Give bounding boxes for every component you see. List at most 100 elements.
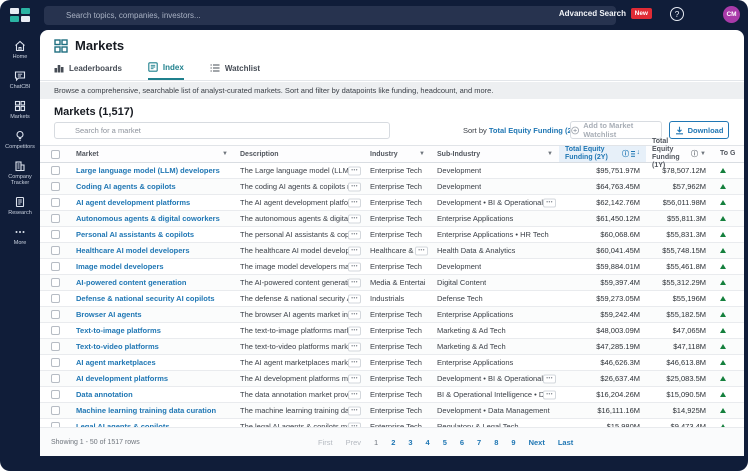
market-search-input[interactable]	[54, 122, 390, 139]
table-row[interactable]: Machine learning training data curation …	[40, 403, 744, 419]
pagination-item[interactable]: 7	[477, 438, 481, 447]
pagination-item[interactable]: 1	[374, 438, 378, 447]
table-row[interactable]: Autonomous agents & digital coworkers Th…	[40, 211, 744, 227]
table-row[interactable]: Data annotation The data annotation mark…	[40, 387, 744, 403]
row-checkbox[interactable]	[51, 246, 60, 255]
row-checkbox[interactable]	[51, 166, 60, 175]
market-link[interactable]: AI agent development platforms	[76, 198, 190, 207]
market-link[interactable]: AI agent marketplaces	[76, 358, 156, 367]
market-link[interactable]: Large language model (LLM) developers	[76, 166, 220, 175]
row-checkbox[interactable]	[51, 390, 60, 399]
sort-descending-icon[interactable]	[631, 150, 640, 158]
pagination-item[interactable]: First	[318, 438, 333, 447]
table-row[interactable]: Defense & national security AI copilots …	[40, 291, 744, 307]
row-checkbox[interactable]	[51, 262, 60, 271]
add-to-watchlist-button[interactable]: Add to Market Watchlist	[570, 121, 662, 139]
sort-caret-icon[interactable]: ▼	[419, 151, 425, 157]
table-row[interactable]: Browser AI agents The browser AI agents …	[40, 307, 744, 323]
row-checkbox[interactable]	[51, 230, 60, 239]
more-icon[interactable]: •••	[348, 230, 361, 239]
more-icon[interactable]: •••	[348, 166, 361, 175]
more-icon[interactable]: •••	[348, 406, 361, 415]
select-all-checkbox[interactable]	[51, 150, 60, 159]
sidebar-item-markets[interactable]: Markets	[0, 100, 40, 121]
pagination-item[interactable]: 8	[494, 438, 498, 447]
table-row[interactable]: AI development platforms The AI developm…	[40, 371, 744, 387]
row-checkbox[interactable]	[51, 326, 60, 335]
market-link[interactable]: Coding AI agents & copilots	[76, 182, 176, 191]
sidebar-item-competitors[interactable]: Competitors	[0, 130, 40, 151]
sort-caret-icon[interactable]: ▼	[547, 151, 553, 157]
more-icon[interactable]: •••	[348, 214, 361, 223]
more-icon[interactable]: •••	[348, 310, 361, 319]
column-header-growth[interactable]: To G	[712, 146, 744, 162]
table-row[interactable]: AI-powered content generation The AI-pow…	[40, 275, 744, 291]
market-link[interactable]: Autonomous agents & digital coworkers	[76, 214, 220, 223]
pagination-item[interactable]: 6	[460, 438, 464, 447]
sidebar-item-home[interactable]: Home	[0, 40, 40, 61]
table-row[interactable]: Healthcare AI model developers The healt…	[40, 243, 744, 259]
pagination-item[interactable]: Last	[558, 438, 573, 447]
user-avatar[interactable]: CM	[723, 6, 740, 23]
pagination-item[interactable]: 9	[511, 438, 515, 447]
column-header-sub-industry[interactable]: Sub-Industry ▼	[431, 146, 559, 162]
tab-leaderboards[interactable]: Leaderboards	[54, 60, 122, 80]
market-link[interactable]: Browser AI agents	[76, 310, 142, 319]
market-link[interactable]: AI-powered content generation	[76, 278, 186, 287]
more-icon[interactable]: •••	[348, 278, 361, 287]
table-row[interactable]: Personal AI assistants & copilots The pe…	[40, 227, 744, 243]
row-checkbox[interactable]	[51, 278, 60, 287]
info-icon[interactable]: ⓘ	[622, 149, 629, 159]
more-icon[interactable]: •••	[348, 342, 361, 351]
info-icon[interactable]: ⓘ	[691, 149, 698, 159]
sidebar-item-research[interactable]: Research	[0, 196, 40, 217]
row-checkbox[interactable]	[51, 310, 60, 319]
column-header-market[interactable]: Market ▼	[70, 146, 234, 162]
row-checkbox[interactable]	[51, 406, 60, 415]
table-row[interactable]: Large language model (LLM) developers Th…	[40, 163, 744, 179]
more-icon[interactable]: •••	[543, 390, 556, 399]
row-checkbox[interactable]	[51, 214, 60, 223]
row-checkbox[interactable]	[51, 198, 60, 207]
market-link[interactable]: Machine learning training data curation	[76, 406, 216, 415]
more-icon[interactable]: •••	[348, 374, 361, 383]
table-row[interactable]: AI agent development platforms The AI ag…	[40, 195, 744, 211]
download-button[interactable]: Download	[669, 121, 729, 139]
pagination-item[interactable]: 5	[443, 438, 447, 447]
more-icon[interactable]: •••	[543, 374, 556, 383]
table-row[interactable]: Legal AI agents & copilots The legal AI …	[40, 419, 744, 427]
sidebar-item-more[interactable]: More	[0, 226, 40, 247]
market-link[interactable]: Text-to-image platforms	[76, 326, 161, 335]
pagination-item[interactable]: 2	[391, 438, 395, 447]
column-header-funding-2y[interactable]: Total Equity Funding (2Y) ⓘ	[559, 146, 646, 162]
more-icon[interactable]: •••	[348, 294, 361, 303]
pagination-item[interactable]: 3	[408, 438, 412, 447]
table-row[interactable]: Image model developers The image model d…	[40, 259, 744, 275]
table-row[interactable]: Text-to-image platforms The text-to-imag…	[40, 323, 744, 339]
market-link[interactable]: Text-to-video platforms	[76, 342, 159, 351]
row-checkbox[interactable]	[51, 342, 60, 351]
row-checkbox[interactable]	[51, 294, 60, 303]
row-checkbox[interactable]	[51, 358, 60, 367]
advanced-search-link[interactable]: Advanced Search	[559, 9, 626, 18]
more-icon[interactable]: •••	[348, 262, 361, 271]
more-icon[interactable]: •••	[348, 246, 361, 255]
market-link[interactable]: Data annotation	[76, 390, 133, 399]
tab-watchlist[interactable]: Watchlist	[210, 60, 260, 80]
sort-caret-icon[interactable]: ▼	[222, 151, 228, 157]
more-icon[interactable]: •••	[348, 390, 361, 399]
more-icon[interactable]: •••	[348, 358, 361, 367]
table-row[interactable]: Coding AI agents & copilots The coding A…	[40, 179, 744, 195]
column-header-funding-1y[interactable]: Total Equity Funding (1Y) ⓘ ▼	[646, 146, 712, 162]
pagination-item[interactable]: Next	[529, 438, 545, 447]
cbinsights-logo-icon[interactable]	[10, 8, 30, 22]
sort-caret-icon[interactable]: ▼	[700, 151, 706, 157]
column-header-industry[interactable]: Industry ▼	[364, 146, 431, 162]
more-icon[interactable]: •••	[348, 326, 361, 335]
sidebar-item-chatcbi[interactable]: ChatCBI	[0, 70, 40, 91]
row-checkbox[interactable]	[51, 374, 60, 383]
market-link[interactable]: Defense & national security AI copilots	[76, 294, 215, 303]
market-link[interactable]: Healthcare AI model developers	[76, 246, 190, 255]
global-search-input[interactable]	[44, 6, 616, 25]
pagination-item[interactable]: Prev	[346, 438, 361, 447]
